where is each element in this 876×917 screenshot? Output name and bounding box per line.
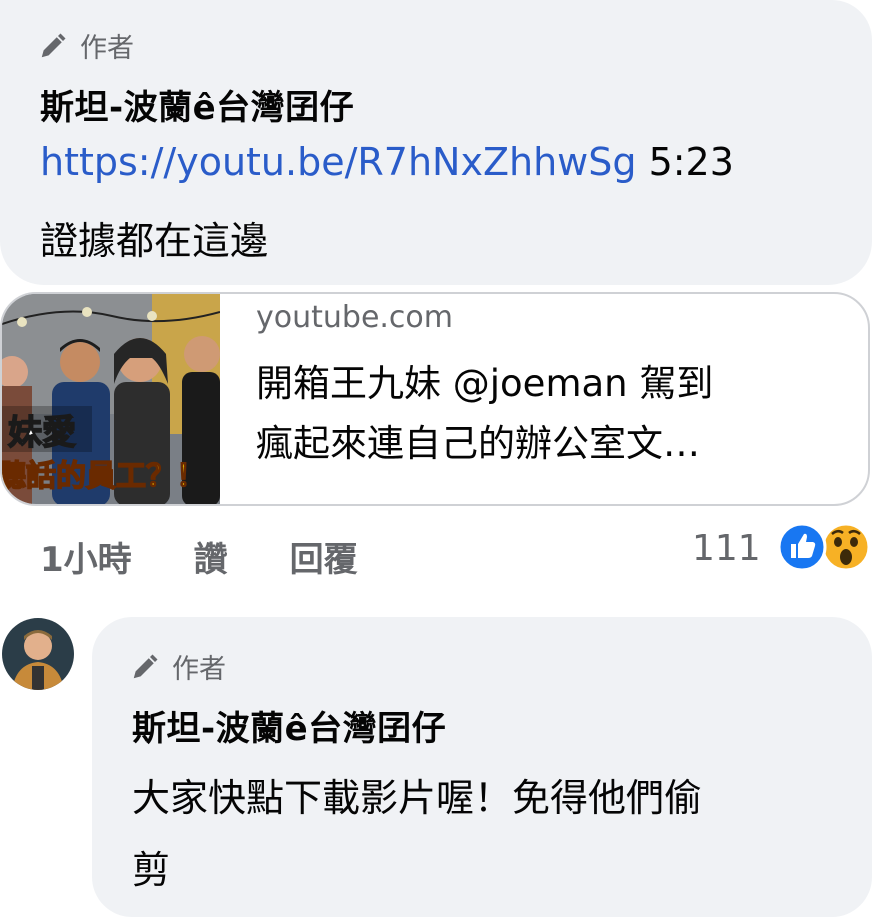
avatar[interactable]: [2, 618, 74, 690]
comment-actions: 1小時 讚 回覆: [40, 532, 420, 581]
youtube-link[interactable]: https://youtu.be/R7hNxZhhwSg: [40, 140, 637, 184]
author-badge: 作者: [130, 647, 226, 686]
author-badge: 作者: [38, 26, 134, 65]
comment-text: https://youtu.be/R7hNxZhhwSg 5:23: [40, 140, 734, 184]
comment-text-line2: 剪: [132, 848, 171, 892]
like-icon: [777, 522, 827, 572]
link-title-line2: 瘋起來連自己的辦公室文…: [256, 422, 700, 465]
comment-text-line2: 證據都在這邊: [40, 219, 269, 263]
link-preview-card[interactable]: 妹愛 聽話的員工？！ youtube.com 開箱王九妹 @joeman 駕到 …: [0, 292, 870, 506]
video-thumbnail[interactable]: 妹愛 聽話的員工？！: [2, 294, 220, 504]
comment-author-name[interactable]: 斯坦-波蘭ê台灣囝仔: [132, 701, 446, 750]
reaction-icons[interactable]: [776, 522, 876, 572]
thumbnail-subcaption: 聽話的員工？！: [2, 459, 206, 494]
author-badge-label: 作者: [172, 654, 226, 685]
comment-bubble: 作者 斯坦-波蘭ê台灣囝仔 https://youtu.be/R7hNxZhhw…: [0, 0, 872, 285]
comment-time[interactable]: 1小時: [40, 532, 132, 581]
link-title[interactable]: 開箱王九妹 @joeman 駕到 瘋起來連自己的辦公室文…: [256, 354, 836, 474]
author-badge-label: 作者: [80, 33, 134, 64]
comment-author-name[interactable]: 斯坦-波蘭ê台灣囝仔: [40, 80, 354, 129]
pencil-icon: [133, 654, 158, 678]
timestamp-ref: 5:23: [636, 140, 734, 184]
comment-bubble-2: 作者 斯坦-波蘭ê台灣囝仔 大家快點下載影片喔！免得他們偷 剪: [92, 617, 872, 917]
comment-text-line1: 大家快點下載影片喔！免得他們偷: [132, 776, 703, 820]
link-domain: youtube.com: [256, 300, 454, 335]
pencil-icon: [41, 33, 66, 57]
link-title-line1: 開箱王九妹 @joeman 駕到: [256, 362, 714, 405]
like-button[interactable]: 讚: [194, 532, 228, 581]
reply-button[interactable]: 回覆: [290, 532, 358, 581]
thumbnail-caption: 妹愛: [8, 413, 76, 453]
wow-icon: [821, 522, 871, 572]
reaction-count[interactable]: 111: [692, 528, 761, 569]
